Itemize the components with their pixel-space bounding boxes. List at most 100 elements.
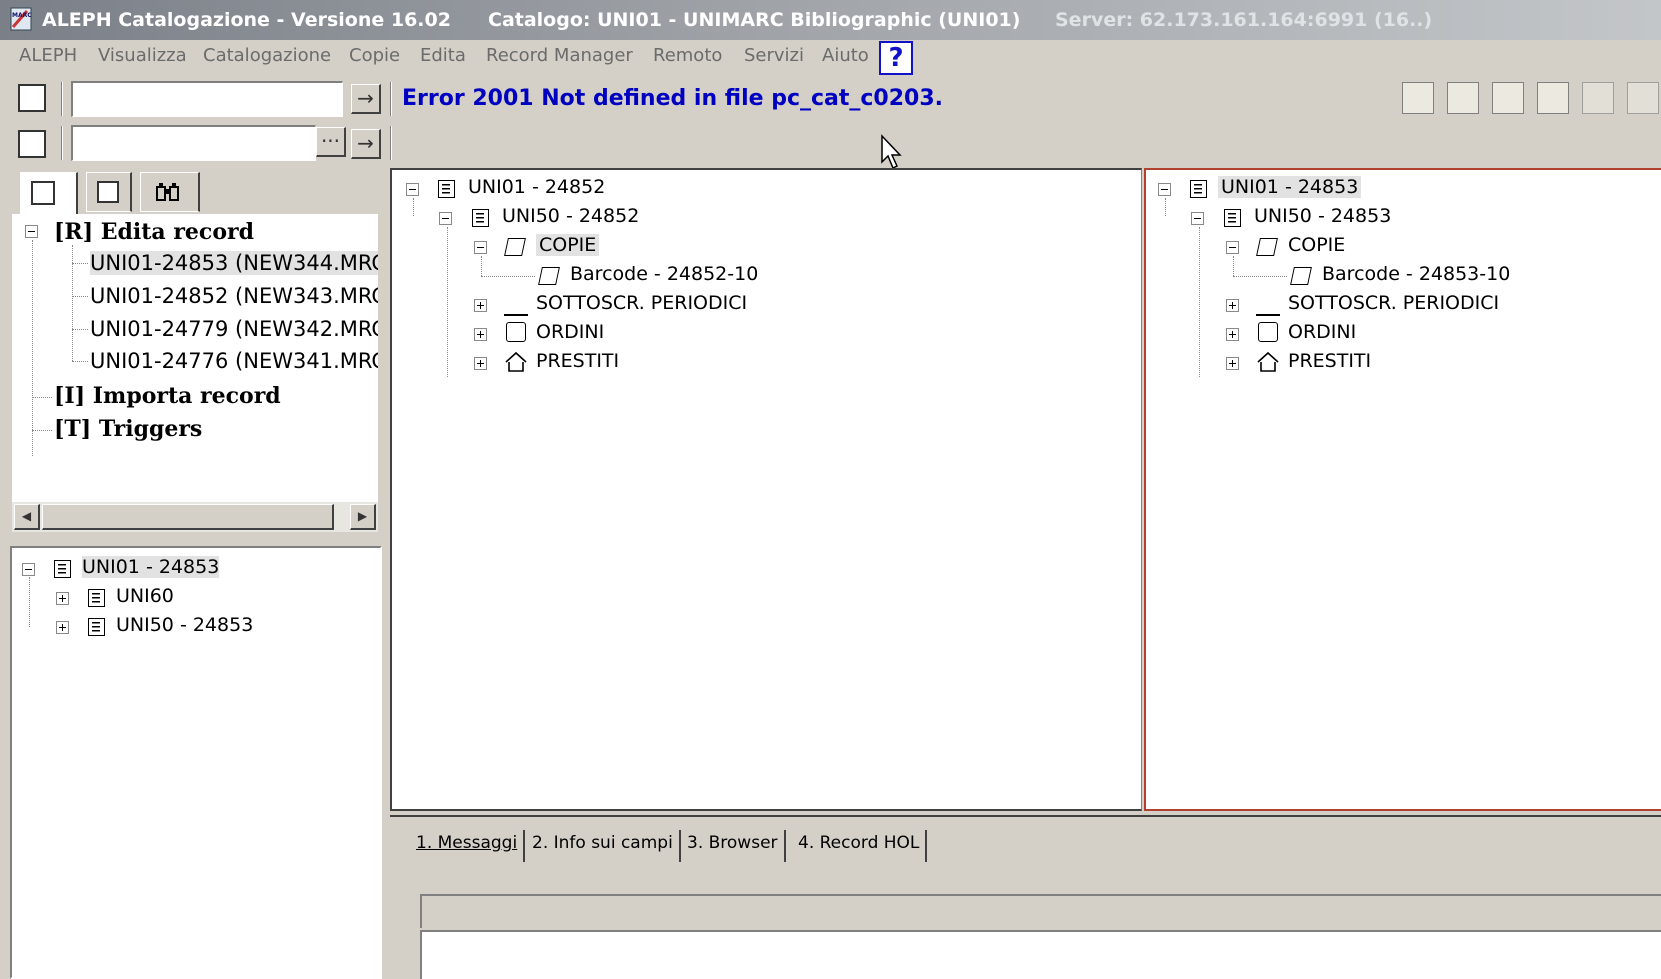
structure-root[interactable]: UNI01 - 24853 bbox=[82, 556, 220, 578]
item-barcode-input[interactable] bbox=[71, 125, 316, 161]
binoculars-icon bbox=[156, 183, 179, 201]
record-item-3[interactable]: UNI01-24779 (NEW342.MRC bbox=[90, 317, 378, 341]
server-title: Server: 62.173.161.164:6991 (16..) bbox=[1055, 9, 1433, 31]
scroll-thumb[interactable] bbox=[42, 504, 334, 530]
right-sottoscr-node[interactable]: SOTTOSCR. PERIODICI bbox=[1288, 292, 1499, 314]
tab-record-hol[interactable]: 4. Record HOL bbox=[792, 830, 928, 862]
error-message: Error 2001 Not defined in file pc_cat_c0… bbox=[402, 86, 944, 111]
tab-browser[interactable]: 3. Browser bbox=[681, 830, 786, 862]
structure-uni60[interactable]: UNI60 bbox=[116, 585, 174, 607]
record-icon bbox=[1190, 180, 1207, 198]
tab-info-campi[interactable]: 2. Info sui campi bbox=[526, 830, 681, 862]
title-bar: MARC ALEPH Catalogazione - Versione 16.0… bbox=[0, 0, 1661, 40]
center-prestiti-node[interactable]: PRESTITI bbox=[536, 350, 619, 372]
toolbar-separator bbox=[61, 126, 63, 160]
right-barcode-node[interactable]: Barcode - 24853-10 bbox=[1322, 263, 1510, 285]
bib-view-icon[interactable] bbox=[1402, 82, 1434, 114]
go-arrow-button[interactable]: → bbox=[351, 84, 381, 114]
edit-record-icon bbox=[31, 181, 55, 205]
horizontal-scrollbar[interactable]: ◀ ▶ bbox=[12, 502, 378, 532]
bib-record-icon[interactable] bbox=[18, 84, 46, 112]
collapse-toggle[interactable] bbox=[474, 241, 487, 254]
record-icon bbox=[438, 180, 455, 198]
record-icon bbox=[54, 560, 71, 578]
expand-toggle[interactable] bbox=[1226, 357, 1239, 370]
split-view-icon[interactable] bbox=[1492, 82, 1524, 114]
expand-toggle[interactable] bbox=[1226, 299, 1239, 312]
help-button[interactable]: ? bbox=[879, 41, 913, 75]
tree-view-icon[interactable] bbox=[1447, 82, 1479, 114]
menu-edita[interactable]: Edita bbox=[420, 45, 466, 66]
expand-toggle[interactable] bbox=[474, 328, 487, 341]
expand-toggle[interactable] bbox=[56, 621, 69, 634]
loan-icon bbox=[505, 351, 527, 372]
edit-record-tree: [R] Edita record UNI01-24853 (NEW344.MRC… bbox=[12, 214, 378, 532]
menu-aiuto[interactable]: Aiuto bbox=[822, 45, 869, 66]
copy-item-icon[interactable] bbox=[18, 130, 46, 158]
menu-copie[interactable]: Copie bbox=[349, 45, 400, 66]
expand-toggle[interactable] bbox=[1226, 328, 1239, 341]
order-icon bbox=[1258, 322, 1278, 342]
record-icon bbox=[1224, 209, 1241, 227]
check-icon[interactable] bbox=[1627, 82, 1659, 114]
order-icon bbox=[506, 322, 526, 342]
center-copie-node[interactable]: COPIE bbox=[536, 234, 600, 256]
menu-catalogazione[interactable]: Catalogazione bbox=[203, 45, 331, 66]
record-item-1[interactable]: UNI01-24853 (NEW344.MRC bbox=[90, 251, 378, 275]
structure-uni50[interactable]: UNI50 - 24853 bbox=[116, 614, 253, 636]
collapse-toggle[interactable] bbox=[439, 212, 452, 225]
record-item-4[interactable]: UNI01-24776 (NEW341.MRC bbox=[90, 349, 378, 373]
import-record-node[interactable]: [I] Importa record bbox=[54, 383, 281, 409]
collapse-toggle[interactable] bbox=[406, 183, 419, 196]
center-tree-panel: UNI01 - 24852 UNI50 - 24852 COPIE Barcod… bbox=[390, 168, 1142, 811]
record-item-2[interactable]: UNI01-24852 (NEW343.MRC bbox=[90, 284, 378, 308]
expand-toggle[interactable] bbox=[56, 592, 69, 605]
collapse-toggle[interactable] bbox=[22, 563, 35, 576]
toolbar-separator bbox=[390, 82, 392, 116]
record-icon bbox=[88, 618, 105, 636]
center-ordini-node[interactable]: ORDINI bbox=[536, 321, 604, 343]
svg-text:MARC: MARC bbox=[12, 12, 32, 19]
menu-aleph[interactable]: ALEPH bbox=[19, 45, 77, 66]
expand-toggle[interactable] bbox=[474, 299, 487, 312]
list-view-icon[interactable] bbox=[1537, 82, 1569, 114]
collapse-toggle[interactable] bbox=[1158, 183, 1171, 196]
center-barcode-node[interactable]: Barcode - 24852-10 bbox=[570, 263, 758, 285]
tab-search[interactable] bbox=[140, 172, 200, 212]
item-tab-icon bbox=[97, 181, 119, 203]
message-list bbox=[420, 930, 1661, 979]
scroll-right-button[interactable]: ▶ bbox=[350, 504, 376, 530]
center-root-node[interactable]: UNI01 - 24852 bbox=[468, 176, 605, 198]
menu-visualizza[interactable]: Visualizza bbox=[98, 45, 187, 66]
scroll-left-button[interactable]: ◀ bbox=[14, 504, 40, 530]
right-adm-node[interactable]: UNI50 - 24853 bbox=[1254, 205, 1391, 227]
barcode-item-icon bbox=[1290, 267, 1312, 285]
record-icon bbox=[88, 589, 105, 607]
right-prestiti-node[interactable]: PRESTITI bbox=[1288, 350, 1371, 372]
edit-record-node[interactable]: [R] Edita record bbox=[54, 219, 254, 245]
loan-icon bbox=[1257, 351, 1279, 372]
save-icon[interactable] bbox=[1582, 82, 1614, 114]
collapse-toggle[interactable] bbox=[1226, 241, 1239, 254]
expand-toggle[interactable] bbox=[474, 357, 487, 370]
center-sottoscr-node[interactable]: SOTTOSCR. PERIODICI bbox=[536, 292, 747, 314]
record-number-input[interactable] bbox=[71, 81, 343, 117]
center-adm-node[interactable]: UNI50 - 24852 bbox=[502, 205, 639, 227]
toolbar-separator bbox=[390, 126, 392, 160]
tab-messaggi[interactable]: 1. Messaggi bbox=[410, 830, 526, 862]
right-ordini-node[interactable]: ORDINI bbox=[1288, 321, 1356, 343]
collapse-toggle[interactable] bbox=[25, 225, 38, 238]
go-arrow-button-2[interactable]: → bbox=[351, 129, 381, 159]
menu-remoto[interactable]: Remoto bbox=[653, 45, 722, 66]
right-copie-node[interactable]: COPIE bbox=[1288, 234, 1345, 256]
tab-edit-records[interactable] bbox=[20, 172, 78, 216]
message-header bbox=[420, 894, 1661, 928]
tab-items[interactable] bbox=[86, 172, 132, 212]
triggers-node[interactable]: [T] Triggers bbox=[54, 416, 202, 442]
subscription-icon bbox=[504, 294, 528, 316]
menu-servizi[interactable]: Servizi bbox=[744, 45, 804, 66]
browse-button[interactable]: ··· bbox=[316, 127, 346, 157]
collapse-toggle[interactable] bbox=[1191, 212, 1204, 225]
right-root-node[interactable]: UNI01 - 24853 bbox=[1218, 176, 1362, 198]
menu-record-manager[interactable]: Record Manager bbox=[486, 45, 633, 66]
